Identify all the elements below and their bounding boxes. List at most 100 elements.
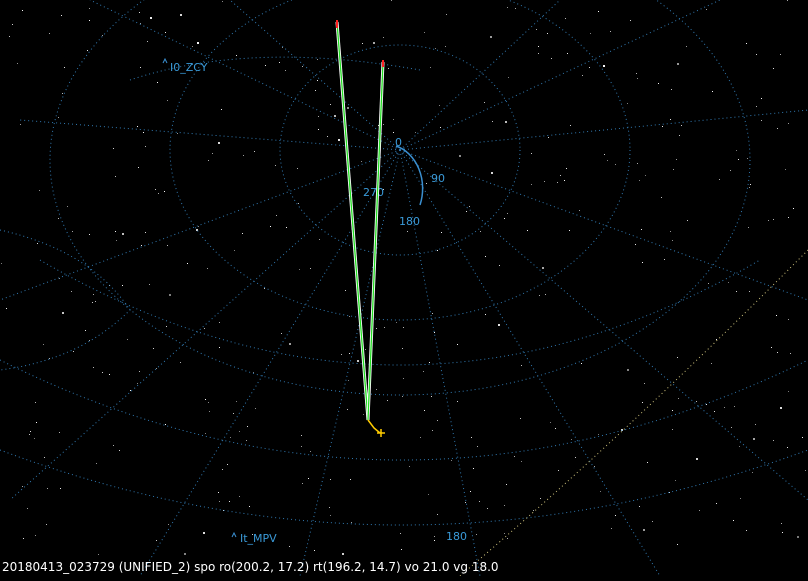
star: [285, 70, 286, 71]
star: [753, 438, 755, 440]
star: [149, 284, 150, 285]
star: [198, 226, 199, 227]
star: [437, 514, 438, 515]
star: [598, 11, 599, 12]
star: [58, 218, 59, 219]
star: [527, 230, 528, 231]
star: [239, 496, 240, 497]
star: [17, 63, 18, 64]
star: [222, 1, 223, 2]
star: [147, 41, 148, 42]
star: [714, 411, 715, 412]
star-field: [1, 0, 806, 555]
star: [233, 413, 234, 414]
status-line: 20180413_023729 (UNIFIED_2) spo ro(200.2…: [2, 560, 499, 574]
compass-north-label: 0: [395, 136, 402, 149]
star: [533, 510, 534, 511]
star: [236, 401, 237, 402]
star: [197, 42, 199, 44]
star: [156, 540, 157, 541]
star: [734, 406, 735, 407]
star: [95, 301, 96, 302]
star: [20, 124, 21, 125]
sky-view[interactable]: I0_ZCY It_MPV 0 90 180 270 180 20180413_…: [0, 0, 808, 577]
star: [571, 439, 572, 440]
star: [733, 520, 734, 521]
star: [314, 550, 315, 551]
star: [342, 553, 344, 555]
star: [531, 184, 532, 185]
star: [350, 479, 351, 480]
star: [507, 213, 508, 214]
star: [504, 218, 505, 219]
star: [275, 165, 276, 166]
star: [203, 532, 205, 534]
star: [102, 35, 103, 36]
star: [476, 534, 477, 535]
star: [782, 532, 783, 533]
star: [71, 291, 72, 292]
star: [538, 53, 539, 54]
star: [802, 437, 803, 438]
grid-meridian: [399, 0, 561, 151]
star: [557, 182, 558, 183]
star: [49, 33, 50, 34]
grid-meridian: [9, 149, 401, 501]
star: [310, 268, 311, 269]
star: [130, 390, 131, 391]
star: [564, 180, 565, 181]
star: [739, 446, 740, 447]
star: [230, 437, 231, 438]
horizon-line: [459, 249, 808, 577]
grid-meridian: [89, 0, 401, 151]
grid-meridian: [399, 0, 721, 151]
star: [205, 433, 206, 434]
star: [747, 158, 748, 159]
star: [536, 29, 537, 30]
star: [752, 472, 753, 473]
star: [338, 139, 340, 141]
star: [793, 208, 794, 209]
star: [351, 522, 352, 523]
star: [127, 339, 128, 340]
star: [156, 368, 157, 369]
star: [319, 239, 320, 240]
grid-circle: [49, 0, 751, 396]
grid-meridian: [399, 149, 808, 501]
star: [642, 262, 643, 263]
star: [420, 437, 421, 438]
meteor-trail: [367, 419, 385, 437]
star: [446, 14, 447, 15]
star: [116, 240, 117, 241]
star: [140, 67, 141, 68]
star: [672, 240, 673, 241]
star: [671, 89, 672, 90]
star: [441, 232, 442, 233]
star: [469, 206, 470, 207]
star: [184, 553, 186, 555]
compass-west-label: 270: [363, 186, 384, 199]
star: [281, 333, 282, 334]
star: [122, 233, 124, 235]
star: [581, 363, 582, 364]
star: [466, 211, 467, 212]
grid-circle: [169, 0, 631, 321]
star: [781, 523, 782, 524]
star: [166, 326, 167, 327]
star: [664, 259, 665, 260]
star: [594, 466, 595, 467]
star: [756, 106, 757, 107]
star: [432, 430, 433, 431]
star: [499, 265, 500, 266]
star: [687, 220, 688, 221]
grid-meridian: [139, 149, 401, 577]
star: [548, 137, 549, 138]
star: [470, 491, 471, 492]
star: [797, 536, 799, 538]
star: [357, 360, 359, 362]
star: [677, 63, 679, 65]
star: [362, 43, 363, 44]
star: [247, 426, 248, 427]
star: [773, 440, 774, 441]
star: [670, 231, 671, 232]
